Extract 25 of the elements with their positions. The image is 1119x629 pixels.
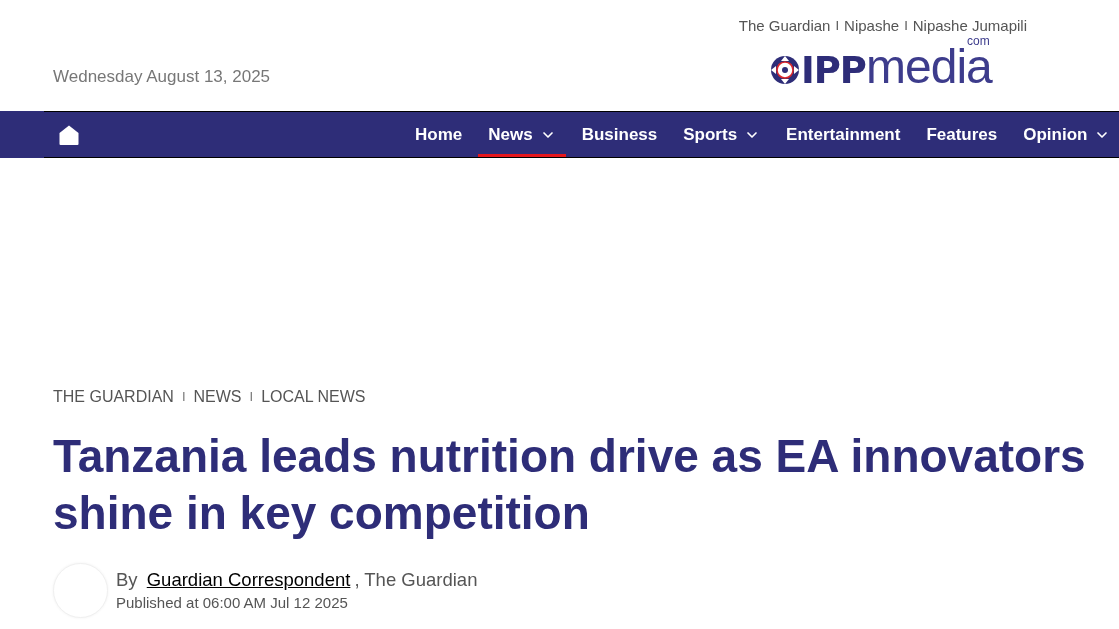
separator: I [835,17,840,35]
separator: I [181,388,186,406]
emblem-icon [770,55,800,85]
byline-text: By Guardian Correspondent , The Guardian [116,569,478,591]
published-date-text: Published at 06:00 AM Jul 12 2025 [116,594,349,612]
nav-tab[interactable]: Opinion [1013,112,1119,157]
nav-tab[interactable]: News [478,112,566,157]
nav-tab[interactable]: Home [405,112,473,157]
date-text: Wednesday August 13, 2025 [53,67,271,87]
nav-tab[interactable]: Sports [673,112,771,157]
site-logo[interactable]: IPPmediacom [770,35,996,91]
site-link[interactable]: Nipashe [844,17,900,35]
site-link[interactable]: The Guardian [738,17,831,35]
home-icon[interactable] [59,124,79,145]
article-headline: Tanzania leads nutrition drive as EA innovators shine in key competition [53,429,1087,541]
breadcrumb-link[interactable]: THE GUARDIAN [53,387,174,407]
breadcrumb-link[interactable]: NEWS [193,387,242,407]
separator: I [904,17,908,35]
separator: I [249,388,254,406]
nav-tab[interactable]: Entertainment [776,112,911,157]
nav-tab[interactable]: Features [916,112,1008,157]
nav-tab[interactable]: Business [571,112,668,157]
author-link[interactable]: Guardian Correspondent [146,569,355,590]
breadcrumb-link[interactable]: LOCAL NEWS [261,387,366,407]
site-link[interactable]: Nipashe Jumapili [912,17,1027,35]
